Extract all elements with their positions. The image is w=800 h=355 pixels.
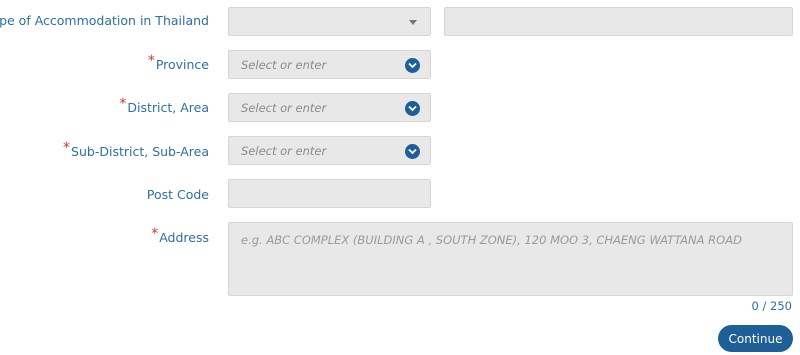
- accommodation-label: *Type of Accommodation in Thailand: [0, 13, 209, 29]
- address-label: *Address: [151, 226, 209, 246]
- subdistrict-placeholder: Select or enter: [241, 144, 327, 158]
- postcode-label: Post Code: [147, 187, 209, 203]
- required-mark: *: [147, 53, 155, 69]
- address-label-text: Address: [159, 230, 209, 245]
- caret-down-icon: [409, 20, 417, 25]
- accommodation-detail-input[interactable]: [444, 7, 793, 36]
- chevron-down-icon[interactable]: [405, 144, 420, 159]
- district-label-text: District, Area: [127, 100, 209, 115]
- subdistrict-label: *Sub-District, Sub-Area: [63, 140, 209, 160]
- continue-button[interactable]: Continue: [718, 325, 793, 352]
- subdistrict-label-text: Sub-District, Sub-Area: [71, 144, 209, 159]
- district-select[interactable]: Select or enter: [228, 93, 431, 122]
- district-placeholder: Select or enter: [241, 101, 327, 115]
- postcode-label-text: Post Code: [146, 187, 209, 202]
- required-mark: *: [119, 96, 127, 112]
- subdistrict-select[interactable]: Select or enter: [228, 136, 431, 165]
- character-counter: 0 / 250: [751, 299, 792, 313]
- required-mark: *: [63, 140, 71, 156]
- postcode-input[interactable]: [228, 179, 431, 208]
- accommodation-select[interactable]: [228, 7, 431, 36]
- accommodation-label-text: Type of Accommodation in Thailand: [0, 13, 209, 28]
- chevron-down-icon[interactable]: [405, 101, 420, 116]
- required-mark: *: [151, 226, 159, 242]
- district-label: *District, Area: [119, 96, 209, 116]
- province-label: *Province: [148, 53, 209, 73]
- chevron-down-icon[interactable]: [405, 58, 420, 73]
- address-textarea[interactable]: [228, 222, 793, 296]
- province-label-text: Province: [155, 57, 209, 72]
- province-select[interactable]: Select or enter: [228, 50, 431, 79]
- province-placeholder: Select or enter: [241, 58, 327, 72]
